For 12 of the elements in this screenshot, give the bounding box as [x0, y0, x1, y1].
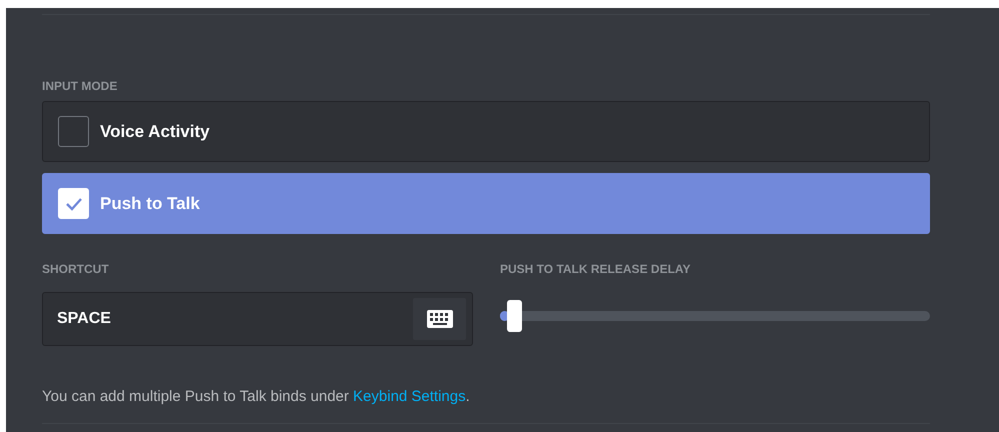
section-label: SHORTCUT [42, 262, 110, 276]
keyboard-icon [426, 310, 452, 328]
help-text: You can add multiple Push to Talk binds under Keybind Settings. [42, 387, 471, 407]
keybind-settings-link[interactable]: Keybind Settings [353, 388, 466, 405]
input-mode-option[interactable]: Voice Activity [42, 101, 930, 162]
section-label: INPUT MODE [42, 78, 118, 93]
checkmark-icon [64, 196, 82, 210]
keyboard-button[interactable] [413, 298, 466, 340]
shortcut-field[interactable]: SPACE [42, 292, 473, 346]
slider-handle[interactable] [506, 300, 522, 332]
section-label: PUSH TO TALK RELEASE DELAY [500, 262, 692, 276]
checkbox[interactable] [58, 116, 89, 147]
